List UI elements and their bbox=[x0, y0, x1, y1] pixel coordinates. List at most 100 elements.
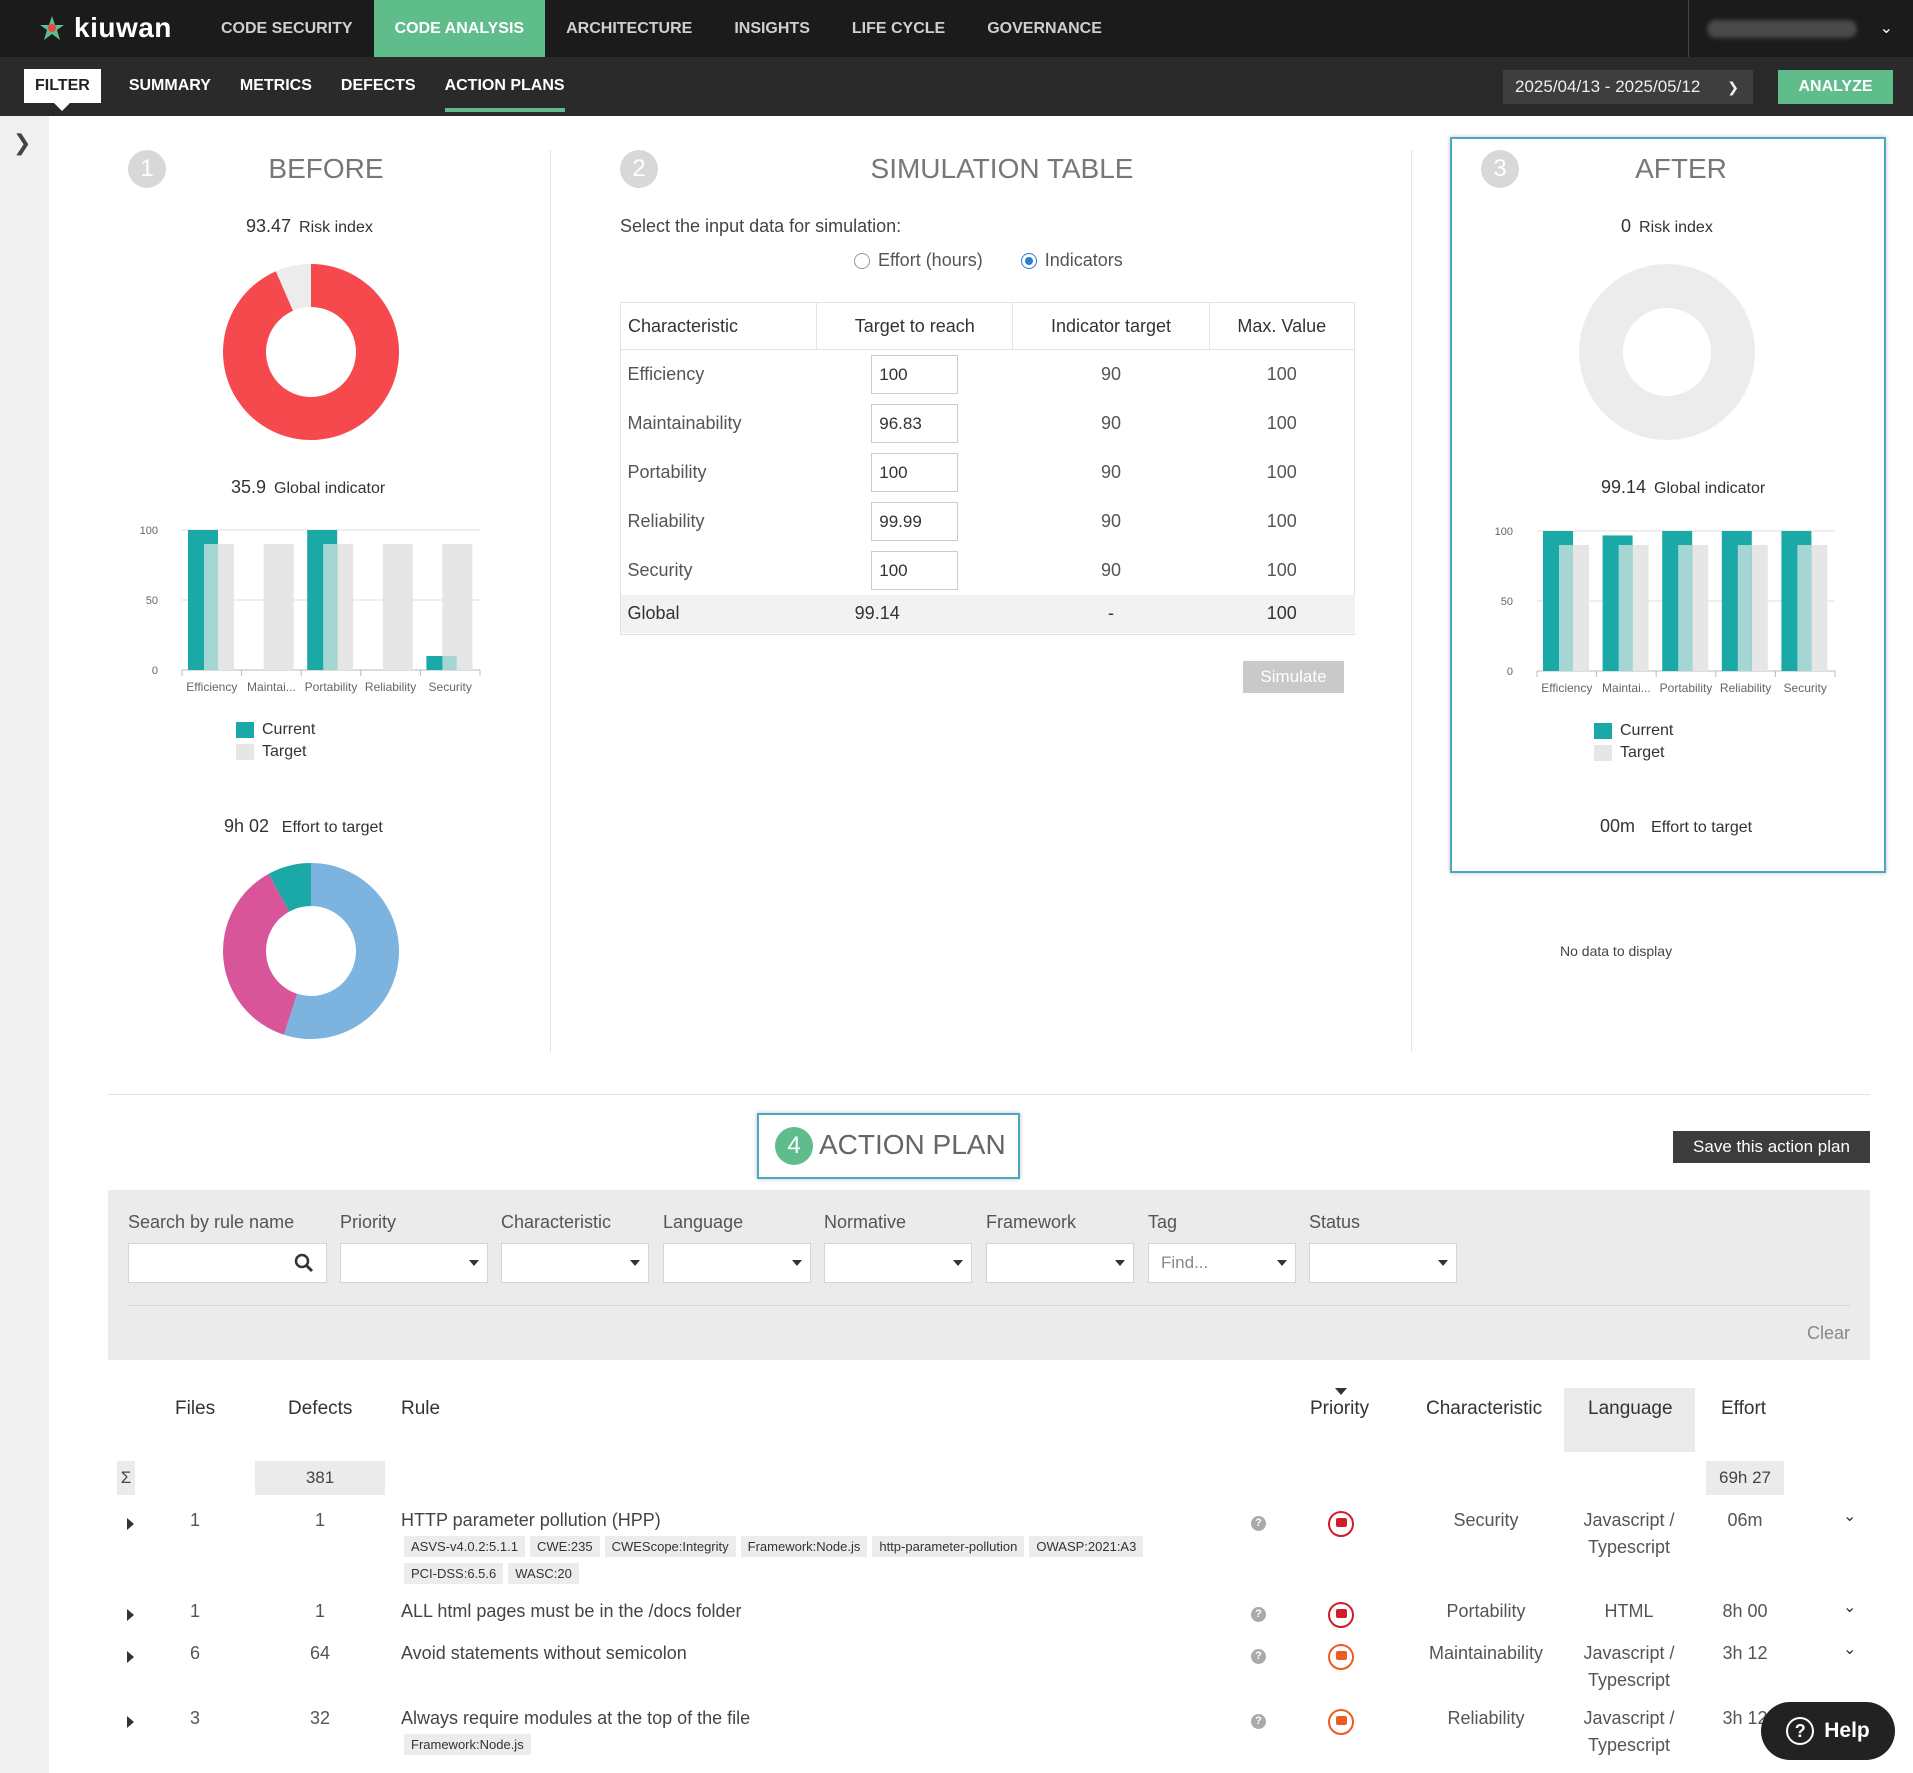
rule-tag[interactable]: CWEScope:Integrity bbox=[604, 1536, 736, 1557]
nav-item-insights[interactable]: INSIGHTS bbox=[713, 0, 831, 57]
overlap-bar bbox=[204, 544, 218, 670]
simulate-button[interactable]: Simulate bbox=[1243, 661, 1344, 693]
row-language: Javascript / bbox=[1583, 1708, 1675, 1728]
row-effort: 06m bbox=[1727, 1510, 1763, 1530]
rule-tag[interactable]: PCI-DSS:6.5.6 bbox=[404, 1563, 504, 1584]
expand-row-icon[interactable] bbox=[127, 1651, 134, 1663]
target-input[interactable]: 100 bbox=[871, 354, 959, 394]
sim-characteristic: Efficiency bbox=[627, 363, 705, 384]
clear-filters-link[interactable]: Clear bbox=[1807, 1323, 1850, 1344]
row-language: Typescript bbox=[1587, 1670, 1671, 1690]
subnav-summary[interactable]: SUMMARY bbox=[129, 69, 211, 103]
rule-help-icon[interactable]: ? bbox=[1251, 1516, 1266, 1531]
row-defects[interactable]: 1 bbox=[315, 1601, 325, 1622]
indicators-radio-label[interactable]: Indicators bbox=[1045, 250, 1123, 271]
user-menu[interactable]: ⌄ bbox=[1688, 0, 1913, 57]
effort-radio-label[interactable]: Effort (hours) bbox=[878, 250, 983, 271]
rule-tag[interactable]: Framework:Node.js bbox=[404, 1734, 531, 1755]
characteristic-select[interactable] bbox=[501, 1243, 649, 1283]
expand-row-icon[interactable] bbox=[127, 1518, 134, 1530]
rule-search-input[interactable] bbox=[128, 1243, 327, 1283]
step-1-badge: 1 bbox=[128, 150, 166, 188]
analyze-button[interactable]: ANALYZE bbox=[1778, 70, 1893, 104]
chevron-down-icon[interactable]: ⌄ bbox=[1843, 1597, 1856, 1617]
row-characteristic: Portability bbox=[1446, 1601, 1526, 1621]
column-rule[interactable]: Rule bbox=[401, 1398, 440, 1420]
priority-select[interactable] bbox=[340, 1243, 488, 1283]
target-input[interactable]: 99.99 bbox=[871, 501, 959, 541]
rule-tag[interactable]: CWE:235 bbox=[529, 1536, 600, 1557]
status-select[interactable] bbox=[1309, 1243, 1457, 1283]
expand-row-icon[interactable] bbox=[127, 1716, 134, 1728]
sim-indicator-target: 90 bbox=[1100, 559, 1121, 580]
column-effort[interactable]: Effort bbox=[1721, 1398, 1766, 1420]
target-input[interactable]: 100 bbox=[871, 550, 959, 590]
nav-item-architecture[interactable]: ARCHITECTURE bbox=[545, 0, 713, 57]
target-input[interactable]: 100 bbox=[871, 452, 959, 492]
tag-select[interactable]: Find... bbox=[1148, 1243, 1296, 1283]
rule-tag[interactable]: WASC:20 bbox=[508, 1563, 579, 1584]
language-select[interactable] bbox=[663, 1243, 811, 1283]
column-defects[interactable]: Defects bbox=[288, 1398, 352, 1420]
subnav-defects[interactable]: DEFECTS bbox=[341, 69, 416, 103]
row-language: Typescript bbox=[1587, 1537, 1671, 1557]
subnav-filter[interactable]: FILTER bbox=[24, 69, 101, 111]
nav-item-code-analysis[interactable]: CODE ANALYSIS bbox=[373, 0, 546, 57]
rule-tag[interactable]: http-parameter-pollution bbox=[872, 1536, 1025, 1557]
expand-sidebar-icon[interactable]: ❯ bbox=[13, 130, 31, 156]
rule-tag[interactable]: ASVS-v4.0.2:5.1.1 bbox=[404, 1536, 525, 1557]
help-button[interactable]: ? Help bbox=[1761, 1702, 1895, 1760]
sim-target-cell: 100 bbox=[817, 546, 1013, 595]
chevron-down-icon[interactable]: ⌄ bbox=[1880, 18, 1893, 38]
nav-item-governance[interactable]: GOVERNANCE bbox=[966, 0, 1123, 57]
sim-target-cell: 100 bbox=[817, 350, 1013, 399]
row-defects[interactable]: 64 bbox=[310, 1643, 330, 1664]
before-title: BEFORE bbox=[268, 153, 384, 184]
column-characteristic[interactable]: Characteristic bbox=[1426, 1398, 1542, 1420]
row-rule-name[interactable]: Avoid statements without semicolon bbox=[401, 1643, 687, 1664]
after-effort-label: Effort to target bbox=[1651, 819, 1753, 836]
rule-help-icon[interactable]: ? bbox=[1251, 1714, 1266, 1729]
logo-text: kiuwan bbox=[74, 12, 172, 43]
row-defects[interactable]: 32 bbox=[310, 1708, 330, 1729]
row-rule-name[interactable]: ALL html pages must be in the /docs fold… bbox=[401, 1601, 742, 1622]
rule-tag[interactable]: OWASP:2021:A3 bbox=[1029, 1536, 1144, 1557]
expand-row-icon[interactable] bbox=[127, 1609, 134, 1621]
row-rule-name[interactable]: Always require modules at the top of the… bbox=[401, 1708, 750, 1729]
framework-select[interactable] bbox=[986, 1243, 1134, 1283]
column-language[interactable]: Language bbox=[1588, 1398, 1673, 1420]
before-effort-value: 9h 02 bbox=[224, 816, 270, 836]
target-input[interactable]: 96.83 bbox=[871, 403, 959, 443]
row-language: Javascript / bbox=[1583, 1643, 1675, 1663]
chevron-down-icon: ❯ bbox=[1727, 79, 1739, 95]
kiuwan-logo[interactable]: kiuwan bbox=[38, 12, 172, 44]
sim-global-target: 99.14 bbox=[816, 594, 1013, 633]
normative-select[interactable] bbox=[824, 1243, 972, 1283]
effort-radio[interactable] bbox=[854, 252, 870, 269]
column-priority[interactable]: Priority bbox=[1310, 1398, 1369, 1420]
subnav-action-plans[interactable]: ACTION PLANS bbox=[444, 69, 565, 112]
nav-item-code-security[interactable]: CODE SECURITY bbox=[200, 0, 374, 57]
nav-item-life-cycle[interactable]: LIFE CYCLE bbox=[831, 0, 966, 57]
x-tick-label: Security bbox=[429, 680, 472, 694]
save-action-plan-button[interactable]: Save this action plan bbox=[1673, 1131, 1870, 1163]
subnav-metrics[interactable]: METRICS bbox=[240, 69, 312, 103]
rule-help-icon[interactable]: ? bbox=[1251, 1649, 1266, 1664]
indicators-radio[interactable] bbox=[1020, 252, 1037, 269]
date-range-select[interactable]: 2025/04/13 - 2025/05/12 ❯ bbox=[1503, 70, 1753, 104]
row-defects[interactable]: 1 bbox=[315, 1510, 325, 1531]
rule-tag[interactable]: Framework:Node.js bbox=[740, 1536, 868, 1557]
chevron-down-icon[interactable]: ⌄ bbox=[1843, 1506, 1856, 1526]
chevron-down-icon[interactable]: ⌄ bbox=[1843, 1639, 1856, 1659]
sim-characteristic: Security bbox=[627, 559, 693, 580]
column-files[interactable]: Files bbox=[175, 1398, 215, 1420]
row-files: 3 bbox=[190, 1708, 201, 1728]
row-rule-name[interactable]: HTTP parameter pollution (HPP) bbox=[401, 1510, 661, 1531]
after-effort-to-target: 00m Effort to target bbox=[1600, 816, 1752, 837]
total-defects: 381 bbox=[255, 1461, 385, 1495]
sim-max-value: 100 bbox=[1266, 461, 1297, 482]
after-global-indicator: 99.14 Global indicator bbox=[1601, 477, 1765, 498]
rule-help-icon[interactable]: ? bbox=[1251, 1607, 1266, 1622]
x-tick-label: Reliability bbox=[365, 680, 416, 694]
search-icon[interactable] bbox=[294, 1253, 314, 1273]
